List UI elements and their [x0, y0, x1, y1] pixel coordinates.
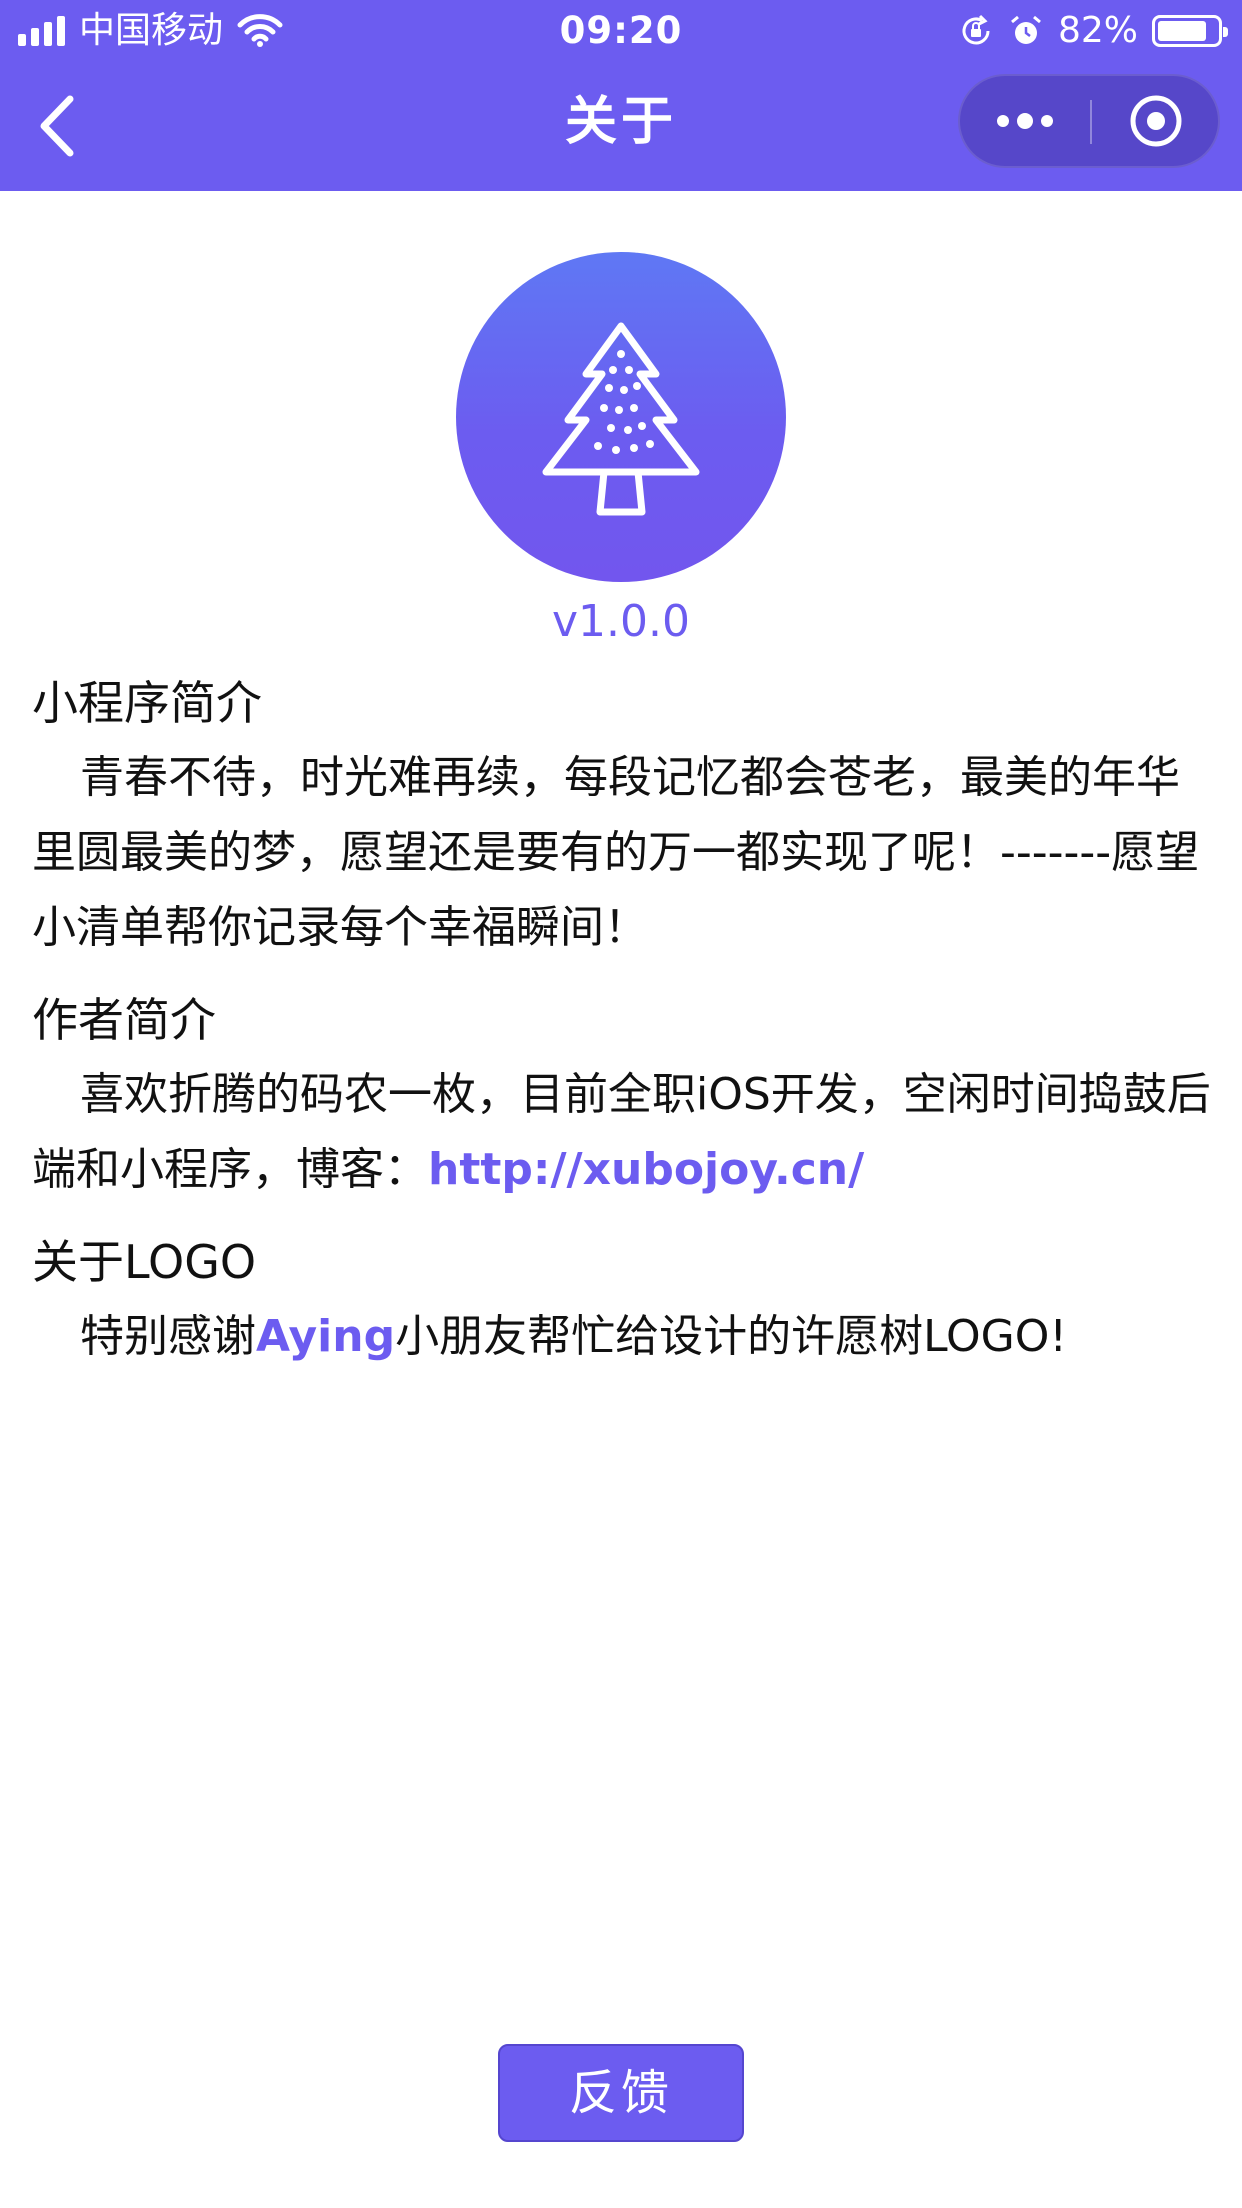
more-dots-icon: [1017, 113, 1033, 129]
feedback-button[interactable]: 反馈: [498, 2044, 744, 2142]
intro-text: 青春不待，时光难再续，每段记忆都会苍老，最美的年华里圆最美的梦，愿望还是要有的万…: [32, 752, 1200, 953]
author-title: 作者简介: [32, 993, 216, 1047]
logo-text: 特别感谢Aying小朋友帮忙给设计的许愿树LOGO!: [32, 1299, 1212, 1374]
status-right: 82%: [958, 8, 1228, 54]
author-text: 喜欢折腾的码农一枚，目前全职iOS开发，空闲时间捣鼓后端和小程序，博客：http…: [32, 1057, 1212, 1207]
target-circle-icon: [1130, 95, 1182, 147]
alarm-icon: [1011, 15, 1041, 44]
logo-thanks-prefix: 特别感谢: [80, 1311, 256, 1362]
battery-icon: [1152, 15, 1228, 47]
close-button[interactable]: [1092, 76, 1220, 166]
logo-thanks-suffix: 小朋友帮忙给设计的许愿树LOGO!: [395, 1311, 1068, 1362]
logo-title: 关于LOGO: [32, 1235, 257, 1289]
about-content: 小程序简介 青春不待，时光难再续，每段记忆都会苍老，最美的年华里圆最美的梦，愿望…: [32, 666, 1212, 1392]
app-logo: [456, 252, 786, 582]
app-version: v1.0.0: [552, 596, 690, 647]
battery-percent: 82%: [1057, 10, 1138, 51]
miniprogram-capsule: [958, 74, 1220, 168]
navigation-bar: 关于: [0, 62, 1242, 191]
more-dots-icon: [1041, 115, 1053, 127]
orientation-lock-icon: [962, 14, 990, 45]
christmas-tree-icon: [542, 322, 700, 516]
battery-level: [1158, 21, 1206, 41]
status-bar: 中国移动 09:20 82%: [0, 0, 1242, 62]
intro-title: 小程序简介: [32, 676, 262, 730]
about-page: 中国移动 09:20 82% 关于 v1.0.0 小程序简介 青春不待，时光难再…: [0, 0, 1242, 2208]
header: 中国移动 09:20 82% 关于: [0, 0, 1242, 191]
battery-cap: [1223, 27, 1228, 37]
more-button[interactable]: [960, 76, 1090, 166]
designer-name: Aying: [256, 1311, 396, 1362]
more-dots-icon: [997, 115, 1009, 127]
blog-link[interactable]: http://xubojoy.cn/: [428, 1144, 864, 1195]
